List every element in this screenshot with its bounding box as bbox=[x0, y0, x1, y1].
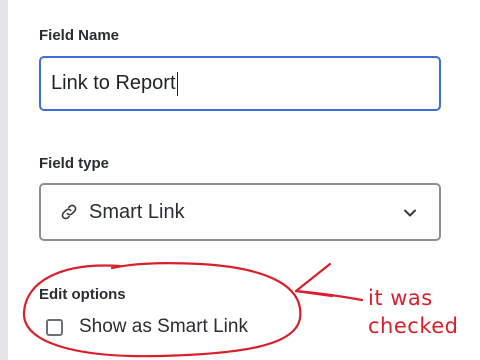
field-type-value: Smart Link bbox=[89, 200, 185, 223]
annotation-arrow-head bbox=[294, 262, 334, 298]
annotation-arrow-shaft bbox=[294, 289, 364, 302]
edit-options-label: Edit options bbox=[39, 286, 126, 303]
text-caret bbox=[176, 71, 178, 96]
field-type-label: Field type bbox=[39, 155, 110, 172]
annotation-ellipse bbox=[22, 262, 302, 358]
field-name-value: Link to Report bbox=[51, 72, 176, 94]
annotation-text-line2: checked bbox=[368, 314, 459, 338]
field-name-input[interactable]: Link to Report bbox=[39, 56, 441, 111]
panel-left-border bbox=[0, 0, 8, 360]
chevron-down-icon bbox=[404, 209, 416, 217]
field-name-label: Field Name bbox=[39, 27, 120, 44]
field-type-select[interactable]: Smart Link bbox=[39, 183, 441, 241]
show-as-smart-link-checkbox[interactable] bbox=[46, 318, 63, 336]
link-icon bbox=[61, 204, 77, 220]
annotation-text-line1: it was bbox=[368, 286, 433, 310]
show-as-smart-link-label: Show as Smart Link bbox=[79, 316, 248, 337]
show-as-smart-link-option[interactable]: Show as Smart Link bbox=[46, 316, 248, 338]
